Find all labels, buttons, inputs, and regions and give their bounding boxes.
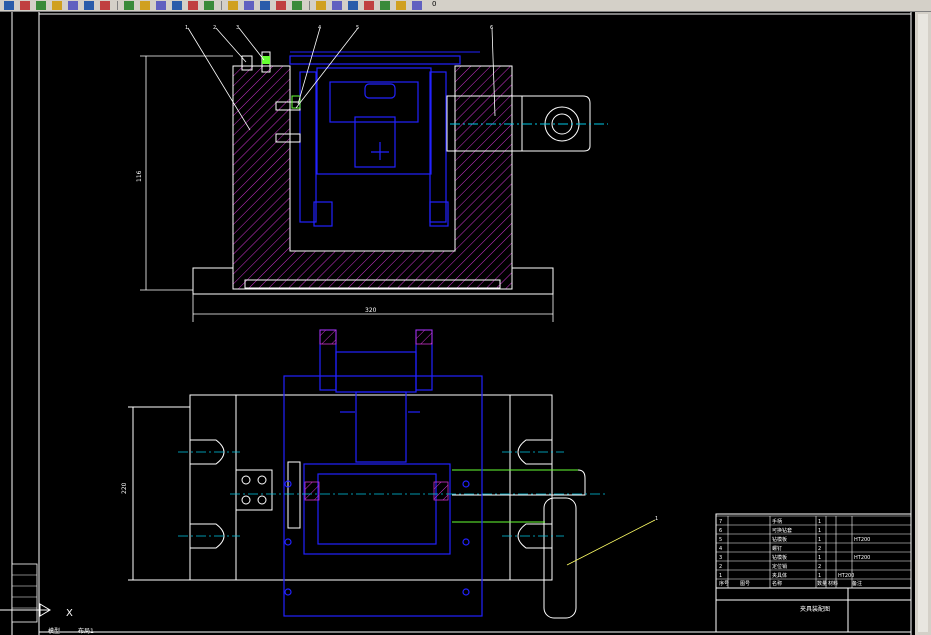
parts-cell: 可换钻套	[772, 527, 792, 534]
parts-cell: HT200	[854, 537, 870, 543]
parts-cell: 定位销	[772, 563, 787, 570]
zoom-previous-icon[interactable]	[276, 1, 286, 10]
svg-text:2: 2	[213, 25, 216, 31]
parts-cell: 2	[818, 546, 821, 552]
fixture-body-section	[232, 65, 513, 290]
ucs-x-label: X	[66, 608, 73, 619]
parts-header-cell: 序号	[719, 580, 729, 587]
parts-cell: 夹具体	[772, 572, 787, 579]
vertical-scrollbar[interactable]	[915, 12, 931, 635]
parts-cell: 1	[719, 573, 722, 579]
parts-cell: 手柄	[772, 518, 782, 525]
plan-view: 1 220	[121, 329, 658, 619]
dim-width-label: 320	[365, 307, 377, 314]
svg-text:1: 1	[655, 516, 658, 522]
parts-cell: HT200	[838, 573, 854, 579]
toolbar-separator	[309, 1, 310, 10]
parts-cell: 1	[818, 537, 821, 543]
parts-cell: 2	[719, 564, 722, 570]
left-panel	[11, 563, 38, 623]
drill-plate	[289, 55, 461, 65]
dim-height-label: 116	[136, 170, 143, 182]
drawing-canvas[interactable]: 116 320 1 2 3 4 5 6 1 220 夹具装配图 X 7 手柄 1…	[0, 12, 915, 635]
svg-text:4: 4	[318, 25, 321, 31]
print-icon[interactable]	[52, 1, 62, 10]
svg-text:6: 6	[490, 25, 493, 31]
parts-header-cell: 图号	[740, 581, 750, 587]
parts-cell: 钻模板	[772, 554, 787, 561]
toolbar-separator	[221, 1, 222, 10]
front-view: 116 320 1 2 3 4 5 6	[136, 25, 608, 322]
drawing-name: 夹具装配图	[800, 605, 830, 613]
preview-icon[interactable]	[68, 1, 78, 10]
plan-handle	[543, 497, 577, 619]
cut-icon[interactable]	[124, 1, 134, 10]
svg-text:1: 1	[185, 25, 188, 31]
parts-cell: 钻模板	[772, 536, 787, 543]
layer-state-icon[interactable]	[380, 1, 390, 10]
new-icon[interactable]	[4, 1, 14, 10]
undo-icon[interactable]	[188, 1, 198, 10]
zoom-realtime-icon[interactable]	[244, 1, 254, 10]
parts-cell: 螺钉	[772, 545, 782, 552]
parts-cell: 1	[818, 555, 821, 561]
match-icon[interactable]	[172, 1, 182, 10]
dim-plan-label: 220	[121, 482, 128, 494]
parts-header-cell: 数量	[817, 580, 827, 587]
publish-icon[interactable]	[84, 1, 94, 10]
parts-cell: 4	[719, 546, 722, 552]
svg-text:3: 3	[236, 25, 239, 31]
pan-icon[interactable]	[228, 1, 238, 10]
parts-cell: 5	[719, 537, 722, 543]
parts-cell: 6	[719, 528, 722, 534]
paste-icon[interactable]	[156, 1, 166, 10]
plan-base	[189, 394, 553, 581]
parts-cell: 1	[818, 528, 821, 534]
parts-header-cell: 备注	[852, 580, 862, 587]
tab-layout1[interactable]: 布局1	[78, 628, 94, 635]
copy-icon[interactable]	[140, 1, 150, 10]
layer-value[interactable]: 0	[432, 0, 436, 8]
open-icon[interactable]	[20, 1, 30, 10]
layer-light-icon[interactable]	[396, 1, 406, 10]
parts-cell: 1	[818, 573, 821, 579]
save-icon[interactable]	[36, 1, 46, 10]
redo-icon[interactable]	[204, 1, 214, 10]
parts-cell: 3	[719, 555, 722, 561]
svg-text:5: 5	[356, 25, 359, 31]
parts-header-cell: 材料	[828, 580, 838, 587]
toolbar-separator	[117, 1, 118, 10]
part-balloons: 1 2 3 4 5 6	[185, 25, 493, 31]
calculator-icon[interactable]	[348, 1, 358, 10]
standard-toolbar: 0	[0, 0, 931, 12]
zoom-window-icon[interactable]	[260, 1, 270, 10]
design-center-icon[interactable]	[316, 1, 326, 10]
layer-color-icon[interactable]	[412, 1, 422, 10]
tab-model[interactable]: 模型	[48, 628, 60, 635]
parts-cell: 2	[818, 564, 821, 570]
layer-icon[interactable]	[364, 1, 374, 10]
parts-header-cell: 名称	[772, 580, 782, 587]
parts-cell: 7	[719, 519, 722, 525]
properties-icon[interactable]	[292, 1, 302, 10]
parts-cell: HT200	[854, 555, 870, 561]
parts-cell: 1	[818, 519, 821, 525]
title-block: 夹具装配图	[715, 513, 912, 633]
tool-palette-icon[interactable]	[332, 1, 342, 10]
plot-icon[interactable]	[100, 1, 110, 10]
